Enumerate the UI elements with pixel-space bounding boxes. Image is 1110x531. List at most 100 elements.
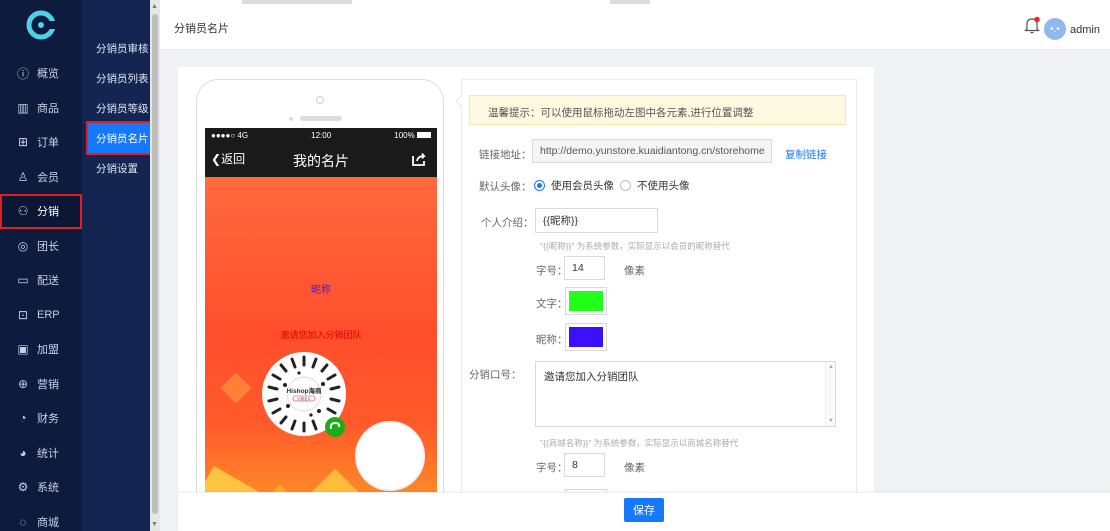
sidebar-item-13[interactable]: ◌ 商城 (0, 505, 82, 531)
avatar-placeholder[interactable] (355, 421, 425, 491)
qr-code-icon[interactable]: Hishop海商 分销名片 (261, 351, 347, 437)
phone-camera (316, 96, 324, 104)
sidebar-item-label: 团长 (37, 240, 59, 253)
sidebar-item-label: 商品 (37, 102, 59, 115)
user-icon: ♙ (17, 169, 29, 184)
radio-use-member-avatar[interactable]: 使用会员头像 (534, 178, 614, 193)
sidebar-item-10[interactable]: ◔ 财务 (0, 401, 82, 436)
font-size2-label: 字号： (536, 462, 568, 474)
sidebar-item-7[interactable]: ⊡ ERP (0, 298, 82, 333)
phone-speaker (300, 116, 342, 121)
font-size2-input[interactable]: 8 (564, 453, 605, 477)
barcode-icon: ▥ (17, 100, 29, 115)
join-icon: ▣ (17, 342, 29, 357)
sidebar-item-label: 分销 (37, 206, 59, 219)
phone-preview: ●●●●○ 4G 12:00 100% ❮返回 我的名片 昵称 邀请您加入分销团… (196, 79, 444, 531)
scroll-up-icon[interactable]: ▲ (151, 3, 158, 10)
sidebar-item-label: 营销 (37, 378, 59, 391)
color-fill (569, 327, 603, 347)
top-divider (610, 0, 650, 4)
top-divider (242, 0, 352, 4)
scrollbar-thumb[interactable] (152, 14, 158, 514)
avatar[interactable]: •.• (1044, 18, 1066, 40)
radio-no-avatar[interactable]: 不使用头像 (620, 178, 690, 193)
qr-brand: Hishop海商 (286, 386, 322, 395)
sidebar-scrollbar[interactable]: ▲ ▼ (150, 0, 160, 531)
sidebar-item-6[interactable]: ▭ 配送 (0, 263, 82, 298)
sidebar-item-5[interactable]: ◎ 团长 (0, 229, 82, 264)
subnav-item-2[interactable]: 分销员等级 (82, 93, 150, 123)
app-logo-icon[interactable] (26, 10, 56, 40)
save-button[interactable]: 保存 (624, 498, 664, 522)
poster-nickname[interactable]: 昵称 (205, 281, 437, 296)
sidebar-item-9[interactable]: ⊕ 营销 (0, 367, 82, 402)
font-size-input[interactable]: 14 (564, 256, 605, 280)
finance-icon: ◔ (19, 411, 27, 426)
scroll-up-icon[interactable]: ▲ (828, 364, 834, 370)
coupon-icon: ⊕ (17, 376, 29, 391)
truck-icon: ▭ (17, 273, 29, 288)
phone-screen: ●●●●○ 4G 12:00 100% ❮返回 我的名片 昵称 邀请您加入分销团… (205, 128, 437, 530)
network-icon: ⚇ (17, 204, 29, 219)
textarea-scrollbar[interactable]: ▲ ▼ (825, 362, 835, 426)
link-field[interactable]: http://demo.yunstore.kuaidiantong.cn/sto… (532, 139, 772, 163)
avatar-label: 默认头像： (479, 181, 532, 193)
pie-chart-icon: ◕ (19, 445, 27, 460)
erp-icon: ⊡ (17, 307, 29, 322)
cart-icon: ⊞ (17, 135, 29, 150)
sidebar-item-label: 概览 (37, 68, 59, 81)
share-icon[interactable] (411, 152, 427, 166)
sidebar-item-11[interactable]: ◕ 统计 (0, 436, 82, 471)
slogan-textarea[interactable]: 邀请您加入分销团队 ▲ ▼ (535, 361, 836, 427)
color-fill (569, 291, 603, 311)
slogan-text: 邀请您加入分销团队 (544, 371, 639, 383)
page-title: 分销员名片 (174, 23, 229, 35)
qr-sub: 分销名片 (297, 396, 311, 401)
slogan-hint: "{{商城名称}}" 为系统参数，实际显示以商城名称替代 (540, 438, 739, 448)
font-size-label: 字号： (536, 265, 568, 277)
poster-decoration (220, 372, 252, 404)
secondary-sidebar: 分销员审核 分销员列表 分销员等级 分销员名片 分销设置 (82, 0, 150, 531)
signal-text: ●●●●○ 4G (211, 130, 249, 140)
sidebar-item-label: 财务 (37, 413, 59, 426)
nickname-color-picker[interactable] (565, 323, 607, 351)
primary-sidebar: ⓘ 概览 ▥ 商品 ⊞ 订单 ♙ 会员 ⚇ 分销 ◎ 团长 ▭ 配送 ⊡ ERP ▣ 加盟 ⊕ 营销 ◔ 财务 ◕ 统计 ⚙ 系统… (0, 0, 82, 531)
radio-unchecked-icon (620, 180, 631, 191)
intro-label: 个人介绍： (481, 217, 534, 229)
sidebar-item-12[interactable]: ⚙ 系统 (0, 470, 82, 505)
scroll-down-icon[interactable]: ▼ (828, 418, 834, 424)
sidebar-item-4[interactable]: ⚇ 分销 (0, 194, 82, 229)
tip-banner: 温馨提示：可以使用鼠标拖动左图中各元素,进行位置调整 (469, 95, 846, 125)
intro-hint: "{{昵称}}" 为系统参数，实际显示以会员的昵称替代 (540, 241, 730, 251)
slogan-label: 分销口号： (469, 369, 522, 381)
sidebar-item-3[interactable]: ♙ 会员 (0, 160, 82, 195)
intro-input[interactable]: {{昵称}} (535, 208, 658, 233)
sidebar-item-label: 统计 (37, 447, 59, 460)
sidebar-item-1[interactable]: ▥ 商品 (0, 91, 82, 126)
link-label: 链接地址： (479, 149, 532, 161)
sidebar-item-label: 系统 (37, 482, 59, 495)
subnav-item-0[interactable]: 分销员审核 (82, 33, 150, 63)
poster-slogan[interactable]: 邀请您加入分销团队 (205, 328, 437, 341)
sidebar-item-label: ERP (37, 308, 60, 321)
subnav-item-4[interactable]: 分销设置 (82, 153, 150, 183)
time-text: 12:00 (311, 130, 332, 140)
radio-checked-icon (534, 180, 545, 191)
copy-link-button[interactable]: 复制链接 (785, 147, 827, 162)
sidebar-item-2[interactable]: ⊞ 订单 (0, 125, 82, 160)
sidebar-item-8[interactable]: ▣ 加盟 (0, 332, 82, 367)
info-circle-icon: ⓘ (16, 66, 29, 81)
phone-nav-bar: ❮返回 我的名片 (205, 142, 437, 177)
bell-icon[interactable] (1024, 16, 1040, 34)
phone-sensor (289, 117, 293, 121)
scroll-down-icon[interactable]: ▼ (151, 521, 158, 528)
username[interactable]: admin (1070, 24, 1100, 36)
subnav-item-3[interactable]: 分销员名片 (88, 123, 150, 153)
chat-icon: ◌ (19, 514, 27, 529)
card-poster[interactable]: 昵称 邀请您加入分销团队 Hishop海商 分销名片 (205, 177, 437, 530)
subnav-item-1[interactable]: 分销员列表 (82, 63, 150, 93)
sidebar-item-0[interactable]: ⓘ 概览 (0, 56, 82, 91)
text-color-picker[interactable] (565, 287, 607, 315)
sidebar-item-label: 加盟 (37, 344, 59, 357)
sidebar-item-label: 商城 (37, 516, 59, 529)
